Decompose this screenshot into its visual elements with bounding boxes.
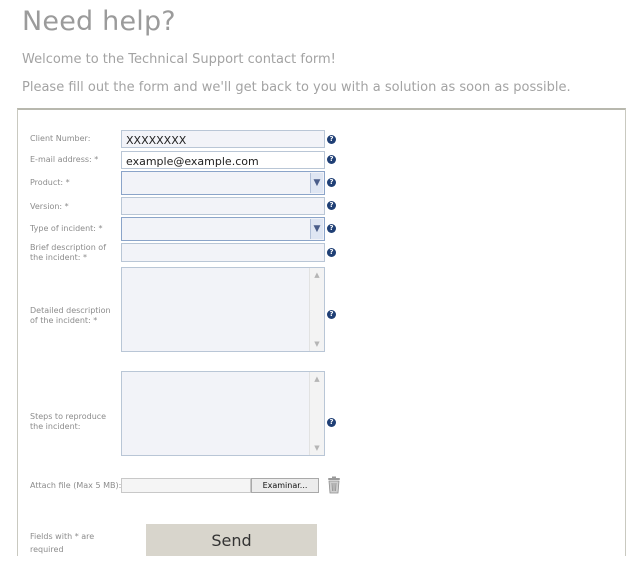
attach-file-label: Attach file (Max 5 MB): [30, 481, 122, 490]
client-number-value: XXXXXXXX [126, 134, 187, 147]
scroll-down-arrow-icon[interactable]: ▼ [310, 442, 324, 454]
detailed-description-help-icon[interactable]: ? [327, 310, 336, 319]
send-button[interactable]: Send [146, 524, 317, 556]
brief-description-label: Brief description of the incident: * [30, 243, 107, 262]
required-fields-note: Fields with * are required [30, 532, 95, 554]
email-help-icon[interactable]: ? [327, 155, 336, 164]
trash-icon[interactable] [327, 476, 341, 494]
instructions-text: Please fill out the form and we'll get b… [22, 80, 571, 95]
email-input[interactable]: example@example.com [121, 151, 325, 169]
client-number-label: Client Number: [30, 134, 91, 143]
steps-scrollbar[interactable]: ▲ ▼ [309, 372, 324, 455]
steps-help-icon[interactable]: ? [327, 418, 336, 427]
product-select[interactable]: ▼ [121, 171, 325, 195]
steps-textarea[interactable]: ▲ ▼ [121, 371, 325, 456]
page-title: Need help? [22, 6, 176, 37]
detailed-description-textarea[interactable]: ▲ ▼ [121, 267, 325, 352]
scroll-down-arrow-icon[interactable]: ▼ [310, 338, 324, 350]
incident-type-label: Type of incident: * [30, 224, 103, 233]
brief-description-help-icon[interactable]: ? [327, 248, 336, 257]
product-chevron-down-icon[interactable]: ▼ [310, 173, 323, 193]
scroll-up-arrow-icon[interactable]: ▲ [310, 269, 324, 281]
incident-type-chevron-down-icon[interactable]: ▼ [310, 219, 323, 239]
client-number-help-icon[interactable]: ? [327, 135, 336, 144]
steps-label: Steps to reproduce the incident: [30, 412, 107, 431]
browse-button[interactable]: Examinar... [251, 478, 319, 493]
incident-type-select[interactable]: ▼ [121, 217, 325, 241]
product-help-icon[interactable]: ? [327, 178, 336, 187]
version-input[interactable] [121, 197, 325, 215]
incident-type-help-icon[interactable]: ? [327, 224, 336, 233]
version-label: Version: * [30, 202, 69, 211]
email-label: E-mail address: * [30, 155, 99, 164]
version-help-icon[interactable]: ? [327, 201, 336, 210]
welcome-text: Welcome to the Technical Support contact… [22, 52, 336, 67]
attach-file-input[interactable] [121, 478, 251, 493]
product-label: Product: * [30, 178, 70, 187]
email-value: example@example.com [126, 155, 259, 168]
detailed-description-label: Detailed description of the incident: * [30, 306, 111, 325]
client-number-input[interactable]: XXXXXXXX [121, 130, 325, 148]
brief-description-input[interactable] [121, 243, 325, 262]
detailed-description-scrollbar[interactable]: ▲ ▼ [309, 268, 324, 351]
scroll-up-arrow-icon[interactable]: ▲ [310, 373, 324, 385]
